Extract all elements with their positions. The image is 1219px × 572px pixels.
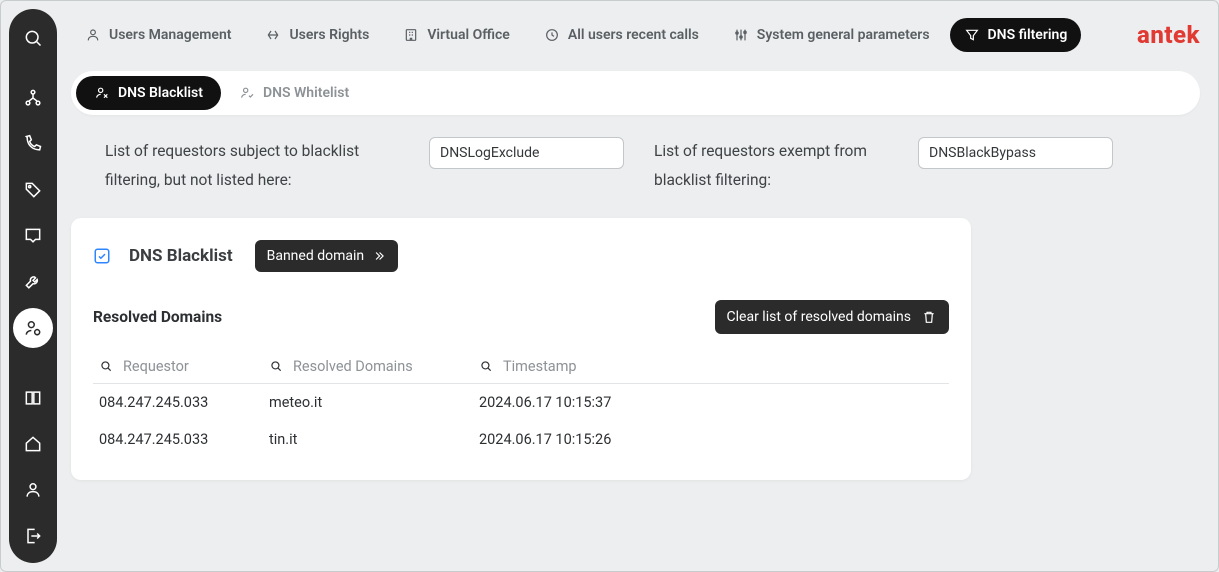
sidebar-chat[interactable]	[13, 216, 53, 256]
topbar: Users Management Users Rights Virtual Of…	[71, 15, 1200, 55]
filter-row: List of requestors subject to blacklist …	[105, 137, 1190, 196]
sidebar-admin[interactable]	[13, 308, 53, 348]
blacklist-filter-block: List of requestors subject to blacklist …	[105, 137, 624, 196]
resolved-table: Requestor Resolved Domains Timestamp	[93, 350, 949, 458]
sub-tabs: DNS Blacklist DNS Whitelist	[71, 71, 1200, 115]
clear-resolved-button[interactable]: Clear list of resolved domains	[715, 300, 949, 334]
user-block-icon	[94, 85, 110, 101]
exempt-filter-block: List of requestors exempt from blacklist…	[654, 137, 1113, 196]
checkbox-icon[interactable]	[93, 247, 111, 265]
message-icon	[23, 226, 43, 246]
sidebar-network[interactable]	[13, 78, 53, 118]
tag-icon	[23, 180, 43, 200]
cell-requestor: 084.247.245.033	[93, 421, 263, 458]
resolved-title: Resolved Domains	[93, 308, 222, 326]
column-label: Requestor	[123, 358, 189, 375]
logout-icon	[23, 526, 43, 546]
sidebar-home[interactable]	[13, 424, 53, 464]
filter-icon	[964, 27, 980, 43]
tab-dns-filtering[interactable]: DNS filtering	[950, 18, 1082, 52]
sidebar-logout[interactable]	[13, 516, 53, 556]
tab-label: Users Management	[109, 27, 231, 43]
tab-recent-calls[interactable]: All users recent calls	[530, 18, 713, 52]
trash-icon	[921, 309, 937, 325]
column-domains[interactable]: Resolved Domains	[263, 350, 473, 384]
tab-label: All users recent calls	[568, 27, 699, 43]
sidebar-book[interactable]	[13, 378, 53, 418]
search-icon	[23, 28, 43, 48]
column-requestor[interactable]: Requestor	[93, 350, 263, 384]
sidebar-tools[interactable]	[13, 262, 53, 302]
wrench-icon	[23, 272, 43, 292]
table-row: 084.247.245.033 tin.it 2024.06.17 10:15:…	[93, 421, 949, 458]
cell-requestor: 084.247.245.033	[93, 383, 263, 421]
tab-virtual-office[interactable]: Virtual Office	[389, 18, 524, 52]
clock-icon	[544, 27, 560, 43]
sidebar-search[interactable]	[13, 18, 53, 58]
column-timestamp[interactable]: Timestamp	[473, 350, 949, 384]
rights-icon	[265, 27, 281, 43]
resolved-header: Resolved Domains Clear list of resolved …	[93, 300, 949, 334]
panel-header: DNS Blacklist Banned domain	[93, 240, 949, 272]
user-settings-icon	[23, 318, 43, 338]
button-label: Clear list of resolved domains	[727, 309, 911, 325]
tab-label: Virtual Office	[427, 27, 510, 43]
exempt-filter-input[interactable]	[918, 137, 1113, 169]
sidebar-user[interactable]	[13, 470, 53, 510]
office-icon	[403, 27, 419, 43]
tab-dns-whitelist[interactable]: DNS Whitelist	[221, 76, 367, 110]
user-icon	[85, 27, 101, 43]
tab-label: DNS Whitelist	[263, 85, 349, 101]
phone-icon	[23, 134, 43, 154]
user-check-icon	[239, 85, 255, 101]
cell-domain: tin.it	[263, 421, 473, 458]
network-icon	[23, 88, 43, 108]
cell-timestamp: 2024.06.17 10:15:26	[473, 421, 949, 458]
search-icon	[99, 359, 113, 373]
sidebar	[9, 9, 57, 563]
brand-logo: antek	[1137, 21, 1200, 49]
cell-domain: meteo.it	[263, 383, 473, 421]
chevron-double-right-icon	[372, 249, 386, 263]
tab-system-params[interactable]: System general parameters	[719, 18, 944, 52]
tab-label: DNS Blacklist	[118, 85, 203, 101]
top-navigation: Users Management Users Rights Virtual Of…	[71, 18, 1121, 52]
cell-timestamp: 2024.06.17 10:15:37	[473, 383, 949, 421]
exempt-filter-label: List of requestors exempt from blacklist…	[654, 137, 894, 196]
panel-title: DNS Blacklist	[129, 246, 233, 266]
tab-users-rights[interactable]: Users Rights	[251, 18, 383, 52]
tab-label: System general parameters	[757, 27, 930, 43]
tab-dns-blacklist[interactable]: DNS Blacklist	[76, 76, 221, 110]
user-icon	[23, 480, 43, 500]
blacklist-panel: DNS Blacklist Banned domain Resolved Dom…	[71, 218, 971, 480]
button-label: Banned domain	[267, 248, 365, 264]
tab-label: Users Rights	[289, 27, 369, 43]
column-label: Resolved Domains	[293, 358, 413, 375]
blacklist-filter-label: List of requestors subject to blacklist …	[105, 137, 405, 196]
sidebar-phone[interactable]	[13, 124, 53, 164]
tab-users-management[interactable]: Users Management	[71, 18, 245, 52]
sliders-icon	[733, 27, 749, 43]
banned-domain-button[interactable]: Banned domain	[255, 240, 399, 272]
table-row: 084.247.245.033 meteo.it 2024.06.17 10:1…	[93, 383, 949, 421]
blacklist-filter-input[interactable]	[429, 137, 624, 169]
book-icon	[23, 388, 43, 408]
column-label: Timestamp	[503, 358, 577, 375]
search-icon	[479, 359, 493, 373]
page-content: DNS Blacklist DNS Whitelist List of requ…	[71, 71, 1200, 557]
tab-label: DNS filtering	[988, 27, 1068, 43]
home-icon	[23, 434, 43, 454]
search-icon	[269, 359, 283, 373]
sidebar-tag[interactable]	[13, 170, 53, 210]
